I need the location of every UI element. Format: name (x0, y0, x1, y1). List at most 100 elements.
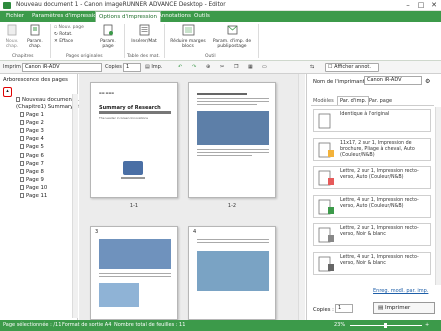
tree-page-item[interactable]: Page 2 (20, 120, 44, 126)
status-bar: Page sélectionnée : /11 Format de sortie… (0, 320, 441, 331)
print-button[interactable]: ▤ Imprimer (373, 302, 435, 314)
page-icon (20, 193, 24, 198)
page-icon (20, 152, 24, 158)
new-chapter-button[interactable]: Nouv. chap. (3, 24, 21, 49)
chapter-settings-button[interactable]: Param. chap. (24, 24, 46, 49)
print-template-label: Identique à l'original (340, 112, 390, 117)
new-page-button[interactable]: ▫ Nouv. page (54, 25, 84, 31)
print-template-item[interactable]: Identique à l'original (313, 109, 431, 132)
tab-outils[interactable]: Outils (191, 11, 213, 22)
collapse-toggle-highlighted[interactable]: ▴ (3, 87, 12, 97)
ribbon-separator (164, 24, 165, 58)
template-icon (318, 199, 334, 214)
tree-root-document[interactable]: Nouveau document 1 (16, 97, 79, 103)
printer-label: Imprim : (3, 64, 25, 70)
print-template-item[interactable]: Lettre, 4 sur 1, Impression recto-verso,… (313, 251, 431, 275)
thumb-small-header: ▬▬ ▬▬▬ (99, 91, 115, 95)
view-icon[interactable]: ▭ (262, 64, 267, 70)
page-icon (20, 128, 24, 134)
tree-page-item[interactable]: Page 4 (20, 136, 44, 142)
thumb-text-line (197, 155, 252, 157)
tree-page-item[interactable]: Page 7 (20, 160, 44, 167)
zoom-icon[interactable]: ⊕ (206, 64, 210, 70)
rotate-button[interactable]: ↻ Rotat. (54, 32, 73, 38)
tree-page-label: Page 8 (26, 168, 44, 175)
print-template-item[interactable]: Lettre, 2 sur 1, Impression recto-verso,… (313, 223, 431, 246)
print-settings-panel: Nom de l'imprimante : Canon iR-ADV ⚙ Mod… (306, 74, 441, 320)
copy-icon[interactable]: ❐ (234, 64, 238, 70)
page-thumbnail-3[interactable]: 3 (90, 226, 178, 320)
thumb-label-1: 1-1 (129, 203, 139, 209)
page-settings-button[interactable]: Param. page (96, 24, 120, 49)
mail-merge-settings-button[interactable]: Param. d'imp. de publipostage (210, 24, 254, 49)
tree-page-item[interactable]: Page 5 (20, 144, 44, 150)
close-button[interactable]: ✕ (428, 1, 440, 10)
tree-page-item[interactable]: Page 11 (20, 193, 47, 199)
thumb-photo (99, 239, 171, 269)
copies-field[interactable]: 1 (123, 63, 141, 72)
printer-name-select[interactable]: Canon iR-ADV (364, 76, 422, 85)
paste-icon[interactable]: ▦ (248, 64, 253, 70)
page-icon (20, 112, 24, 117)
printer-options-icon[interactable]: ⚙ (425, 78, 430, 85)
tree-page-label: Page 5 (26, 144, 44, 151)
page-thumbnail-2[interactable] (188, 82, 276, 198)
redo-icon[interactable]: ↷ (192, 64, 196, 70)
tab-fichier[interactable]: Fichier (3, 11, 27, 22)
sub-tab-par-page[interactable]: Par. page (369, 98, 392, 104)
new-chapter-label: Nouv. chap. (5, 39, 19, 49)
tree-page-item[interactable]: Page 6 (20, 152, 44, 159)
thumb-page1-subtitle: The Leader in Green Innovations (99, 116, 148, 120)
reduce-margins-button[interactable]: Réduire marges blocs (168, 24, 208, 49)
tab-options-impression[interactable]: Options d'impression (95, 11, 161, 22)
ribbon-separator (50, 24, 51, 58)
tree-page-label: Page 11 (26, 193, 48, 199)
tab-divider (311, 105, 434, 106)
undo-icon[interactable]: ↶ (178, 64, 182, 70)
right-copies-field[interactable]: 1 (335, 304, 353, 313)
page-tree-scrollbar[interactable] (72, 94, 78, 318)
thumb-text-line (197, 101, 269, 103)
group-outil-label: Outil (205, 54, 216, 59)
page-thumbnail-4[interactable]: 4 (188, 226, 276, 320)
tree-page-item[interactable]: Page 10 (20, 184, 47, 191)
view-options-icon[interactable]: ⇆ (310, 64, 314, 70)
print-template-item[interactable]: 11x17, 2 sur 1, Impression de brochure, … (313, 137, 431, 161)
print-quick-label: Imp. (151, 64, 163, 70)
erase-button[interactable]: ✕ Efface (54, 39, 73, 45)
thumb-logo-image (123, 161, 143, 175)
settings-scrollbar[interactable] (435, 107, 441, 285)
tree-page-label: Page 4 (26, 136, 44, 143)
sub-tab-modeles[interactable]: Modèles (313, 98, 334, 104)
right-copies-label: Copies : (313, 307, 334, 313)
zoom-in-icon[interactable]: + (425, 322, 429, 328)
thumb-footer-bar (121, 177, 145, 179)
maximize-button[interactable]: □ (415, 1, 427, 10)
tree-page-item[interactable]: Page 1 (20, 112, 44, 118)
print-template-label: Lettre, 4 sur 1, Impression recto-verso,… (340, 197, 419, 209)
tab-parametres-impression[interactable]: Paramètres d'impression (29, 11, 103, 22)
print-template-label: Lettre, 2 sur 1, Impression recto-verso,… (340, 226, 419, 237)
page-thumbnail-1[interactable]: ▬▬ ▬▬▬ Summary of Research The Leader in… (90, 82, 178, 198)
zoom-slider-thumb[interactable] (384, 323, 387, 328)
chapter-settings-icon (30, 24, 39, 36)
cut-icon[interactable]: ✂ (220, 64, 224, 70)
tree-page-item[interactable]: Page 3 (20, 128, 44, 134)
save-template-link[interactable]: Enreg. modl. par. imp. (373, 288, 428, 294)
minimize-button[interactable]: – (402, 1, 414, 10)
tab-annotations[interactable]: Annotations (155, 11, 194, 22)
show-annotations-toggle[interactable]: ☐ Afficher annot. (325, 63, 379, 72)
zoom-level: 23% (334, 322, 346, 328)
tree-page-item[interactable]: Page 9 (20, 176, 44, 183)
print-quick-button[interactable]: ▤ Imp. (145, 64, 162, 70)
thumb-text-line (197, 242, 269, 244)
page-icon (20, 184, 24, 190)
page-icon (20, 144, 24, 150)
insert-toc-button[interactable]: Insérer/Mat (128, 24, 160, 44)
tree-page-item[interactable]: Page 8 (20, 168, 44, 175)
thumbnails-scrollbar[interactable] (298, 74, 305, 320)
print-template-item[interactable]: Lettre, 4 sur 1, Impression recto-verso,… (313, 194, 431, 218)
print-template-item[interactable]: Lettre, 2 sur 1, Impression recto-verso,… (313, 166, 431, 189)
tree-root-label: Nouveau document 1 (22, 97, 80, 103)
printer-select[interactable]: Canon iR-ADV (22, 63, 102, 72)
